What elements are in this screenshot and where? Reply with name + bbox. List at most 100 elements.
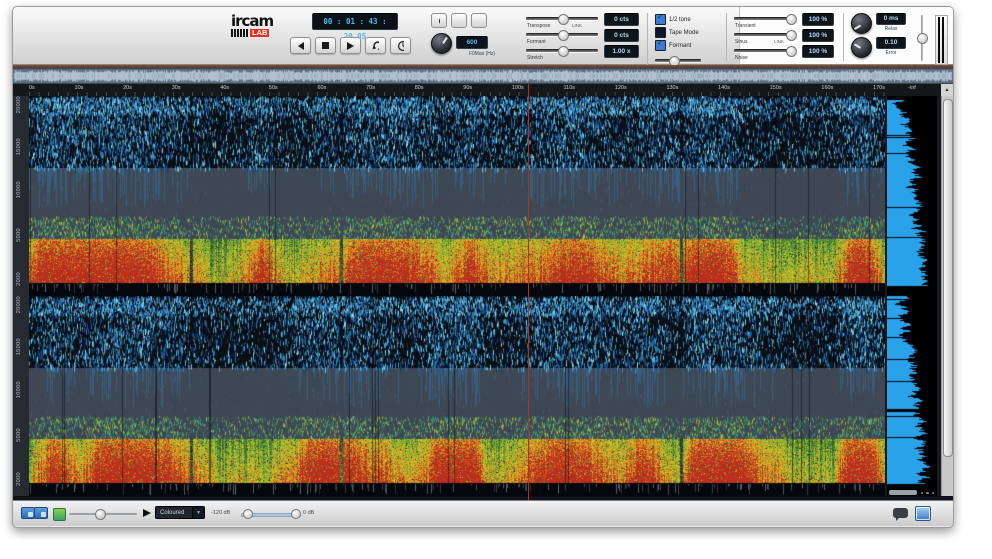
frequency-axis: 20000150001000050002000 2000015000100005… (13, 96, 30, 500)
ruler-tick: 140s (718, 85, 730, 91)
ruler-tick: 130s (666, 85, 678, 91)
colormap-dropdown-value: Coloured (160, 510, 184, 516)
freq-tick-label: 20000 (16, 96, 22, 113)
playhead-cursor[interactable] (528, 84, 529, 500)
metronome-clock-button[interactable] (390, 37, 411, 54)
spectrum-hscrollbar[interactable] (889, 490, 917, 495)
formant-row: Formant 0 cts (526, 29, 638, 45)
marker-triangle-icon[interactable] (143, 509, 151, 517)
stretch-slider-thumb[interactable] (558, 46, 569, 57)
transpose-row: Transpose LINK 0 cts (526, 13, 638, 29)
freq-tick-label: 5000 (16, 428, 22, 442)
mode-check-row: Tape Mode (655, 26, 717, 39)
freq-tick-label: 10000 (16, 381, 22, 398)
ruler-tick: 40s (220, 85, 229, 91)
error-value: 0.10 (876, 37, 906, 49)
view-toggle-button-1[interactable] (21, 507, 35, 519)
noise-row: Noise 100 % (734, 45, 834, 61)
chevron-down-icon: ▼ (192, 507, 204, 518)
sinus-link-toggle[interactable]: LINK (774, 39, 784, 44)
vertical-scrollbar[interactable] (941, 96, 954, 500)
checkbox-formant[interactable] (655, 40, 666, 51)
ruler-tick: 70s (366, 85, 375, 91)
db-max-label: 0 dB (303, 510, 314, 516)
noise-slider[interactable] (734, 49, 796, 52)
formant-value: 0 cts (604, 29, 639, 42)
freq-tick-label: 20000 (16, 296, 22, 313)
error-knob[interactable] (851, 37, 872, 58)
mix-slider-group: Transient 100 % Sinus LINK 100 % Noise 1… (726, 13, 834, 61)
transpose-slider[interactable] (526, 17, 598, 20)
db-range-thumb-low[interactable] (243, 509, 253, 519)
noise-slider-thumb[interactable] (786, 46, 797, 57)
record-dot-button[interactable] (431, 13, 447, 28)
spectrogram-area: 20000150001000050002000 2000015000100005… (13, 96, 953, 500)
stretch-slider[interactable] (526, 49, 598, 52)
ruler-tick: 90s (463, 85, 472, 91)
relax-value: 0 ms (876, 13, 906, 25)
output-level-slider[interactable] (918, 15, 926, 61)
freq-tick-label: 15000 (16, 338, 22, 355)
transpose-slider-thumb[interactable] (558, 14, 569, 25)
checkbox-1-2-tone[interactable] (655, 14, 666, 25)
logo-barcode-icon (231, 29, 248, 37)
freq-tick-label: 2000 (16, 272, 22, 286)
pitch-slider-group: Transpose LINK 0 cts Formant 0 cts Stret… (526, 13, 638, 61)
transient-slider-thumb[interactable] (786, 14, 797, 25)
bottom-control-bar: Coloured ▼ -120 dB 0 dB (13, 500, 953, 526)
f0max-knob[interactable] (431, 33, 452, 54)
record-dot-icon (438, 16, 440, 26)
metronome-button[interactable] (451, 13, 467, 28)
time-ruler[interactable]: 0s10s20s30s40s50s60s70s80s90s100s110s120… (13, 84, 953, 96)
play-button[interactable] (340, 37, 361, 54)
colormap-dropdown[interactable]: Coloured ▼ (155, 506, 205, 519)
relax-knob[interactable] (851, 13, 872, 34)
spectrogram-left-channel[interactable] (29, 96, 885, 296)
sinus-slider[interactable] (734, 33, 796, 36)
output-level-thumb[interactable] (917, 33, 928, 44)
sinus-slider-thumb[interactable] (786, 30, 797, 41)
stretch-row: Stretch 1.00 x (526, 45, 638, 61)
zoom-slider-thumb[interactable] (95, 509, 106, 520)
spectrogram-right-channel[interactable] (29, 296, 885, 496)
comment-bubble-button[interactable] (893, 508, 908, 518)
link-toggle[interactable]: LINK (572, 23, 582, 28)
freq-tick-label: 2000 (16, 472, 22, 486)
f0max-label: F0Max (Hz) (453, 51, 511, 57)
formant-slider[interactable] (526, 33, 598, 36)
spectrum-level-panel (887, 96, 937, 500)
level-scale-label: -inf (887, 85, 937, 91)
knob-group: 0 ms Relax 0.10 Error (843, 13, 909, 61)
formant-slider-thumb[interactable] (558, 30, 569, 41)
stretch-label: Stretch (527, 55, 543, 61)
ruler-tick: 20s (123, 85, 132, 91)
stretch-value: 1.00 x (604, 45, 639, 58)
f0max-value: 600 (456, 36, 488, 49)
play-icon (347, 42, 354, 50)
ircam-lab-logo: ircam LAB (231, 13, 281, 37)
snapshot-window-button[interactable] (915, 506, 931, 521)
stop-button[interactable] (315, 37, 336, 54)
colormap-icon[interactable] (53, 508, 66, 521)
scroll-up-button[interactable]: ▲ (941, 84, 953, 96)
skip-to-start-button[interactable] (290, 37, 311, 54)
freq-tick-label: 5000 (16, 228, 22, 242)
db-min-label: -120 dB (211, 510, 230, 516)
ruler-tick: 150s (770, 85, 782, 91)
transient-slider[interactable] (734, 17, 796, 20)
loop-button[interactable] (365, 37, 386, 54)
resize-grip-dots[interactable] (921, 492, 935, 495)
checkbox-tape-mode[interactable] (655, 27, 666, 38)
vertical-scrollbar-thumb[interactable] (943, 99, 953, 457)
ruler-tick: 160s (821, 85, 833, 91)
ruler-tick-labels: 0s10s20s30s40s50s60s70s80s90s100s110s120… (29, 85, 885, 91)
view-toggle-button-2[interactable] (34, 507, 48, 519)
error-label: Error (876, 50, 906, 56)
stretch-range-slider[interactable] (655, 55, 701, 65)
ruler-tick: 120s (615, 85, 627, 91)
mode-check-row: Formant (655, 39, 717, 52)
arrow-down-button[interactable] (471, 13, 487, 28)
overview-waveform[interactable] (13, 68, 953, 84)
toolbar-controls: ircam LAB 00 : 01 : 43 : 20.05 (231, 7, 948, 70)
db-range-thumb-high[interactable] (291, 509, 301, 519)
